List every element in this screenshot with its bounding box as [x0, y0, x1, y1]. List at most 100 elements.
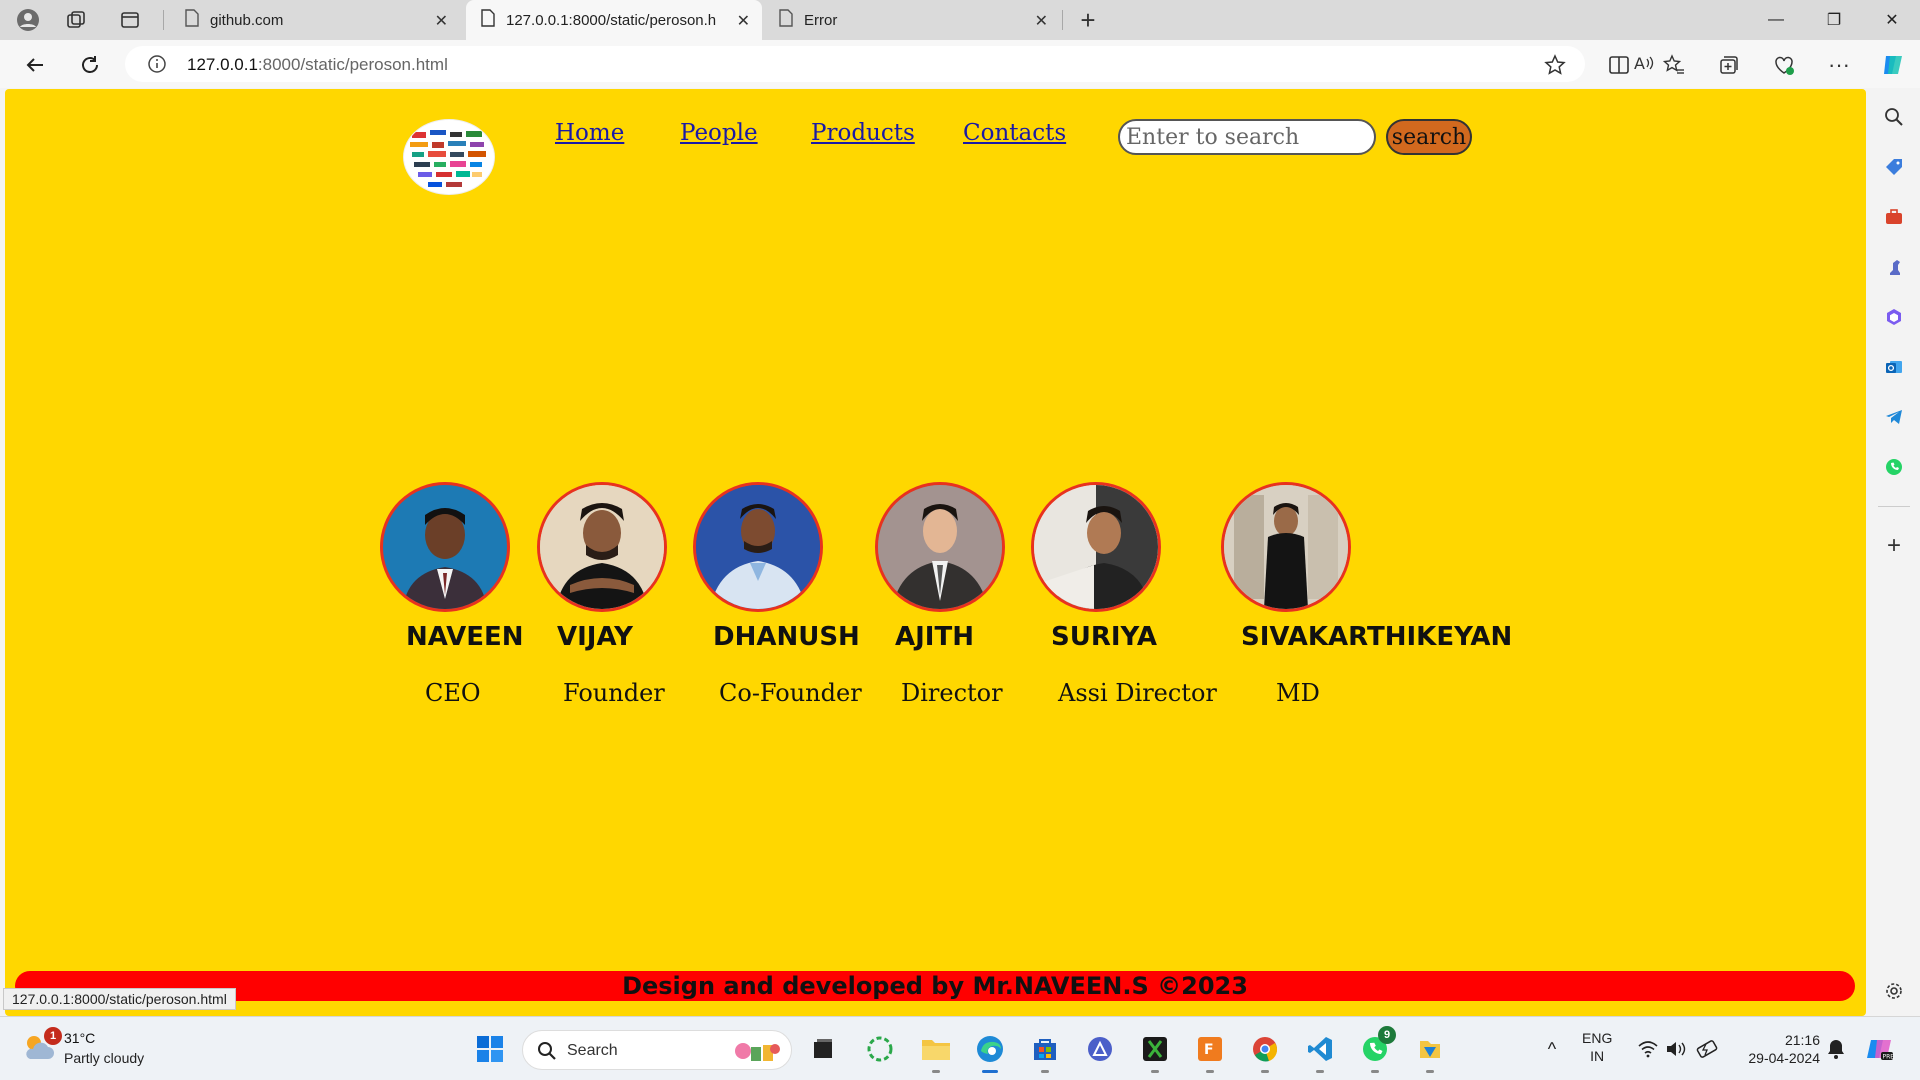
person-role: Co-Founder	[719, 679, 862, 707]
restore-icon[interactable]: ❐	[1806, 0, 1862, 40]
battery-icon[interactable]	[1690, 1031, 1726, 1067]
person-name: SURIYA	[1051, 622, 1157, 652]
volume-icon[interactable]	[1658, 1031, 1694, 1067]
tab-title: github.com	[210, 11, 284, 29]
collections-icon[interactable]	[1714, 50, 1744, 80]
person-role: CEO	[425, 679, 481, 707]
windows-start-icon[interactable]	[472, 1031, 508, 1067]
site-search-button[interactable]: search	[1386, 119, 1472, 155]
split-screen-icon[interactable]	[1604, 50, 1634, 80]
close-window-icon[interactable]: ✕	[1864, 0, 1920, 40]
nav-link-people[interactable]: People	[680, 120, 758, 146]
language-indicator[interactable]: ENG IN	[1582, 1029, 1612, 1065]
chevron-up-icon[interactable]: ^	[1534, 1031, 1570, 1067]
avatar	[1031, 482, 1161, 612]
tab-title: 127.0.0.1:8000/static/peroson.html	[506, 11, 716, 29]
nav-link-contacts[interactable]: Contacts	[963, 120, 1066, 146]
running-indicator	[1206, 1070, 1214, 1073]
app-triangle-icon[interactable]	[1082, 1031, 1118, 1067]
running-indicator	[1426, 1070, 1434, 1073]
close-icon[interactable]: ✕	[1035, 11, 1048, 31]
copilot-icon[interactable]	[1878, 50, 1908, 80]
search-highlight-icon	[733, 1037, 781, 1070]
tab-github[interactable]: github.com ✕	[170, 0, 460, 40]
microsoft365-icon[interactable]	[1880, 303, 1908, 331]
url-text[interactable]: 127.0.0.1:8000/static/peroson.html	[187, 55, 448, 75]
svg-text:F: F	[1204, 1042, 1214, 1058]
fusion-app-icon[interactable]: F	[1192, 1031, 1228, 1073]
taskbar-search-label: Search	[567, 1042, 618, 1059]
browser-essentials-icon[interactable]	[1769, 50, 1799, 80]
vscode-icon[interactable]	[1302, 1031, 1338, 1073]
person-role: MD	[1276, 679, 1320, 707]
shopping-tag-icon[interactable]	[1880, 153, 1908, 181]
copilot-taskbar-icon[interactable]: PRE	[1862, 1031, 1898, 1067]
telegram-icon[interactable]	[1880, 403, 1908, 431]
file-explorer-icon[interactable]	[918, 1031, 954, 1073]
back-arrow-icon[interactable]	[20, 50, 50, 80]
games-chess-icon[interactable]	[1880, 253, 1908, 281]
weather-condition: Partly cloudy	[64, 1050, 145, 1066]
tab-separator	[163, 10, 164, 30]
favorites-icon[interactable]	[1659, 50, 1689, 80]
favorite-star-icon[interactable]	[1540, 50, 1570, 80]
person-name: AJITH	[895, 622, 974, 652]
weather-widget[interactable]: 1 31°C Partly cloudy	[20, 1025, 200, 1073]
xbox-icon[interactable]	[1137, 1031, 1173, 1073]
avatar	[380, 482, 510, 612]
outlook-icon[interactable]	[1880, 353, 1908, 381]
edge-sidebar: +	[1868, 88, 1920, 1016]
edge-browser-icon[interactable]	[972, 1031, 1008, 1073]
partly-cloudy-icon: 1	[20, 1027, 62, 1068]
avatar	[1221, 482, 1351, 612]
search-icon[interactable]	[1880, 103, 1908, 131]
loading-app-icon[interactable]	[862, 1031, 898, 1067]
site-info-icon[interactable]	[147, 54, 167, 79]
whatsapp-icon[interactable]: 9	[1357, 1026, 1396, 1073]
nav-link-products[interactable]: Products	[811, 120, 915, 146]
person-name: SIVAKARTHIKEYAN	[1241, 622, 1513, 652]
region-label: IN	[1590, 1048, 1605, 1064]
page-viewport: Home People Products Contacts search NAV…	[5, 89, 1866, 1016]
more-options-icon[interactable]: ···	[1824, 50, 1854, 80]
clock-time: 21:16	[1784, 1032, 1820, 1048]
notification-bell-icon[interactable]	[1818, 1031, 1854, 1067]
person-name: NAVEEN	[406, 622, 524, 652]
tools-briefcase-icon[interactable]	[1880, 203, 1908, 231]
add-icon[interactable]: +	[1880, 532, 1908, 560]
chrome-icon[interactable]	[1247, 1031, 1283, 1073]
task-view-icon[interactable]	[805, 1031, 841, 1067]
whatsapp-icon[interactable]	[1880, 453, 1908, 481]
new-tab-icon[interactable]: +	[1074, 5, 1102, 35]
workspaces-icon[interactable]	[62, 6, 90, 34]
sidebar-divider	[1878, 506, 1910, 507]
clock[interactable]: 21:16 29-04-2024	[1738, 1031, 1820, 1067]
status-bar-url: 127.0.0.1:8000/static/peroson.html	[3, 988, 236, 1010]
read-aloud-icon[interactable]: A	[1633, 52, 1655, 79]
folder-app-icon[interactable]	[1412, 1031, 1448, 1073]
svg-text:PRE: PRE	[1883, 1054, 1895, 1061]
address-bar[interactable]: 127.0.0.1:8000/static/peroson.html A	[125, 46, 1654, 82]
running-indicator	[1041, 1070, 1049, 1073]
close-icon[interactable]: ✕	[737, 11, 750, 31]
profile-icon[interactable]	[14, 6, 42, 34]
vertical-tabs-icon[interactable]	[116, 6, 144, 34]
settings-gear-icon[interactable]	[1880, 977, 1908, 1005]
taskbar-search[interactable]: Search	[522, 1030, 792, 1070]
microsoft-store-icon[interactable]	[1027, 1031, 1063, 1073]
minimize-icon[interactable]: —	[1748, 0, 1804, 40]
tab-separator	[1062, 10, 1063, 30]
site-logo[interactable]	[403, 119, 495, 195]
nav-link-home[interactable]: Home	[555, 120, 624, 146]
close-icon[interactable]: ✕	[435, 11, 448, 31]
refresh-icon[interactable]	[75, 50, 105, 80]
person-name: DHANUSH	[713, 622, 860, 652]
address-toolbar: 127.0.0.1:8000/static/peroson.html A ···	[0, 40, 1920, 88]
avatar	[693, 482, 823, 612]
weather-badge: 1	[44, 1027, 62, 1045]
tab-error[interactable]: Error ✕	[764, 0, 1060, 40]
avatar	[875, 482, 1005, 612]
site-search-input[interactable]	[1118, 119, 1376, 155]
person-role: Director	[901, 679, 1003, 707]
tab-peroson[interactable]: 127.0.0.1:8000/static/peroson.html ✕	[466, 0, 762, 40]
